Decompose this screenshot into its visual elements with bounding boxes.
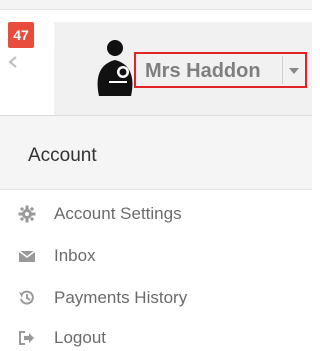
menu-item-account-settings[interactable]: Account Settings: [0, 196, 312, 232]
notification-badge[interactable]: 47: [8, 22, 34, 48]
chevron-down-icon[interactable]: [289, 68, 299, 74]
menu-item-label: Account Settings: [54, 204, 182, 223]
dropdown-separator: [282, 56, 283, 84]
history-icon: [19, 290, 34, 305]
user-avatar-icon[interactable]: [95, 38, 135, 96]
sign-out-icon: [19, 331, 34, 345]
top-divider: [0, 9, 312, 10]
envelope-icon: [18, 250, 36, 262]
menu-item-label: Payments History: [54, 288, 188, 307]
menu-item-logout[interactable]: Logout: [0, 320, 312, 351]
menu-item-label: Inbox: [54, 246, 96, 265]
menu-section-title: Account: [28, 145, 97, 166]
menu-item-label: Logout: [54, 328, 106, 347]
section-divider: [0, 189, 312, 190]
user-name: Mrs Haddon: [145, 60, 261, 82]
menu-item-payments-history[interactable]: Payments History: [0, 280, 312, 316]
gear-icon: [18, 205, 36, 223]
notification-arrow-icon: [8, 56, 17, 68]
menu-item-inbox[interactable]: Inbox: [0, 238, 312, 274]
